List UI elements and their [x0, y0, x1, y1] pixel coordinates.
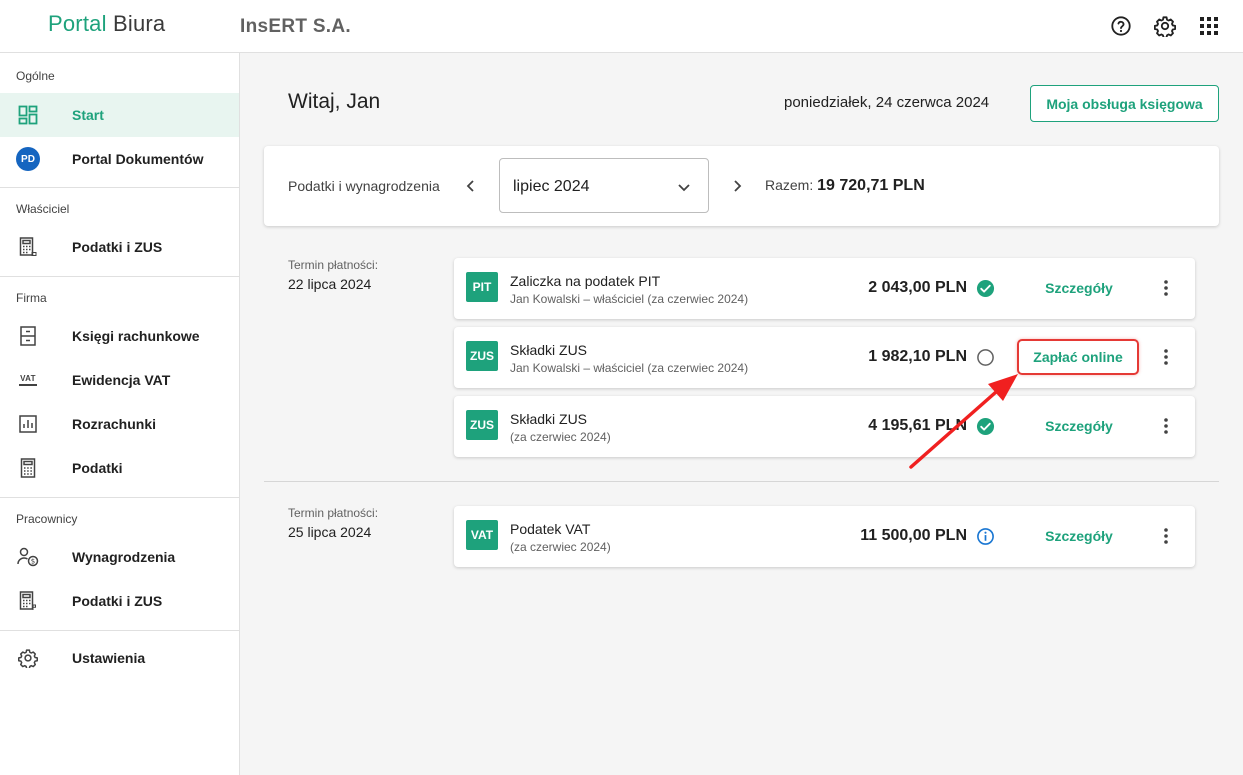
payment-row: VAT Podatek VAT (za czerwiec 2024) 11 50… [454, 506, 1195, 567]
paid-check-icon [975, 416, 995, 436]
calculator-icon [16, 235, 40, 259]
period-select[interactable]: lipiec 2024 [499, 158, 709, 213]
sidebar-item-employees-podatki-zus[interactable]: Podatki i ZUS [0, 579, 239, 623]
payment-subtitle: (za czerwiec 2024) [510, 540, 611, 554]
sidebar-item-label: Podatki i ZUS [72, 593, 163, 609]
payment-term-date: 22 lipca 2024 [288, 276, 372, 292]
sidebar-item-owner-podatki-zus[interactable]: Podatki i ZUS [0, 225, 239, 269]
more-vert-icon[interactable] [1154, 345, 1178, 369]
pd-badge-icon: PD [16, 147, 40, 171]
more-vert-icon[interactable] [1154, 524, 1178, 548]
svg-text:$: $ [31, 558, 35, 566]
section-title-ogolne: Ogólne [16, 69, 55, 83]
chevron-down-icon [672, 175, 696, 199]
payment-subtitle: (za czerwiec 2024) [510, 430, 611, 444]
total-label: Razem: [765, 177, 814, 193]
pay-online-button[interactable]: Zapłać online [1017, 339, 1139, 375]
payment-term-date: 25 lipca 2024 [288, 524, 372, 540]
gear-icon [16, 646, 40, 670]
sidebar-item-ewidencja-vat[interactable]: VAT Ewidencja VAT [0, 358, 239, 402]
sidebar-item-label: Portal Dokumentów [72, 151, 204, 167]
gear-icon[interactable] [1153, 14, 1177, 38]
sidebar-item-portal-dokumentow[interactable]: PD Portal Dokumentów [0, 137, 239, 181]
sidebar-item-podatki[interactable]: Podatki [0, 446, 239, 490]
sidebar-item-label: Ewidencja VAT [72, 372, 171, 388]
tax-type-badge: PIT [466, 272, 498, 302]
total-sum: Razem: 19 720,71 PLN [765, 177, 925, 195]
sidebar-item-label: Podatki [72, 460, 123, 476]
help-icon[interactable] [1109, 14, 1133, 38]
paid-check-icon [975, 278, 995, 298]
payment-amount: 11 500,00 PLN [860, 527, 967, 544]
payment-title: Zaliczka na podatek PIT [510, 273, 661, 289]
prev-period-button[interactable] [459, 174, 483, 198]
payment-title: Podatek VAT [510, 521, 591, 537]
dashboard-icon [16, 103, 40, 127]
company-name: InsERT S.A. [240, 16, 351, 37]
vat-icon: VAT [16, 368, 40, 392]
tax-type-badge: ZUS [466, 410, 498, 440]
sidebar-item-ustawienia[interactable]: Ustawienia [0, 636, 239, 680]
tax-type-badge: ZUS [466, 341, 498, 371]
sidebar-item-start[interactable]: Start [0, 93, 239, 137]
calculator-icon [16, 589, 40, 613]
details-button[interactable]: Szczegóły [1018, 408, 1140, 444]
next-period-button[interactable] [725, 174, 749, 198]
current-date: poniedziałek, 24 czerwca 2024 [784, 94, 990, 111]
payment-amount: 4 195,61 PLN [868, 417, 967, 434]
group-divider [264, 481, 1219, 482]
page-title: Witaj, Jan [288, 90, 381, 113]
payment-title: Składki ZUS [510, 411, 588, 427]
sidebar-item-label: Rozrachunki [72, 416, 157, 432]
sidebar-item-ksiegi-rachunkowe[interactable]: Księgi rachunkowe [0, 314, 239, 358]
total-value: 19 720,71 PLN [817, 177, 925, 194]
payment-amount: 1 982,10 PLN [868, 348, 967, 365]
period-select-value: lipiec 2024 [513, 178, 590, 195]
sidebar-item-wynagrodzenia[interactable]: $ Wynagrodzenia [0, 535, 239, 579]
accounting-service-button[interactable]: Moja obsługa księgowa [1030, 85, 1219, 122]
more-vert-icon[interactable] [1154, 276, 1178, 300]
apps-grid-icon[interactable] [1197, 14, 1221, 38]
sidebar-divider [0, 497, 239, 498]
filter-card: Podatki i wynagrodzenia lipiec 2024 Raze… [264, 146, 1219, 226]
payment-subtitle: Jan Kowalski – właściciel (za czerwiec 2… [510, 361, 749, 375]
section-title-pracownicy: Pracownicy [16, 512, 78, 526]
calculator-icon [16, 456, 40, 480]
app-logo[interactable]: Portal Biura [48, 11, 165, 37]
payment-row: ZUS Składki ZUS Jan Kowalski – właścicie… [454, 327, 1195, 388]
payment-title: Składki ZUS [510, 342, 588, 358]
section-title-firma: Firma [16, 291, 47, 305]
details-button[interactable]: Szczegóły [1018, 270, 1140, 306]
unpaid-circle-icon [975, 347, 995, 367]
sidebar-divider [0, 187, 239, 188]
sidebar-divider [0, 630, 239, 631]
sidebar-item-label: Księgi rachunkowe [72, 328, 200, 344]
sidebar-item-label: Wynagrodzenia [72, 549, 176, 565]
sidebar-item-label: Ustawienia [72, 650, 146, 666]
payment-row: PIT Zaliczka na podatek PIT Jan Kowalski… [454, 258, 1195, 319]
user-money-icon: $ [16, 545, 40, 569]
sidebar-item-label: Podatki i ZUS [72, 239, 163, 255]
top-bar: Portal Biura InsERT S.A. [0, 0, 1243, 53]
section-title-wlasciciel: Właściciel [16, 202, 70, 216]
ledger-icon [16, 324, 40, 348]
sidebar-item-rozrachunki[interactable]: Rozrachunki [0, 402, 239, 446]
logo-portal: Portal [48, 11, 107, 36]
bar-chart-icon [16, 412, 40, 436]
payment-amount: 2 043,00 PLN [868, 279, 967, 296]
payment-row: ZUS Składki ZUS (za czerwiec 2024) 4 195… [454, 396, 1195, 457]
details-button[interactable]: Szczegóły [1018, 518, 1140, 554]
tax-type-badge: VAT [466, 520, 498, 550]
info-icon[interactable] [975, 526, 995, 546]
payment-subtitle: Jan Kowalski – właściciel (za czerwiec 2… [510, 292, 749, 306]
more-vert-icon[interactable] [1154, 414, 1178, 438]
sidebar-item-label: Start [72, 107, 104, 123]
payment-term-label: Termin płatności: [288, 258, 379, 272]
payment-term-label: Termin płatności: [288, 506, 379, 520]
logo-biura: Biura [112, 11, 166, 36]
filter-label: Podatki i wynagrodzenia [288, 178, 440, 194]
sidebar: Ogólne Start PD Portal Dokumentów Właści… [0, 53, 240, 775]
sidebar-divider [0, 276, 239, 277]
